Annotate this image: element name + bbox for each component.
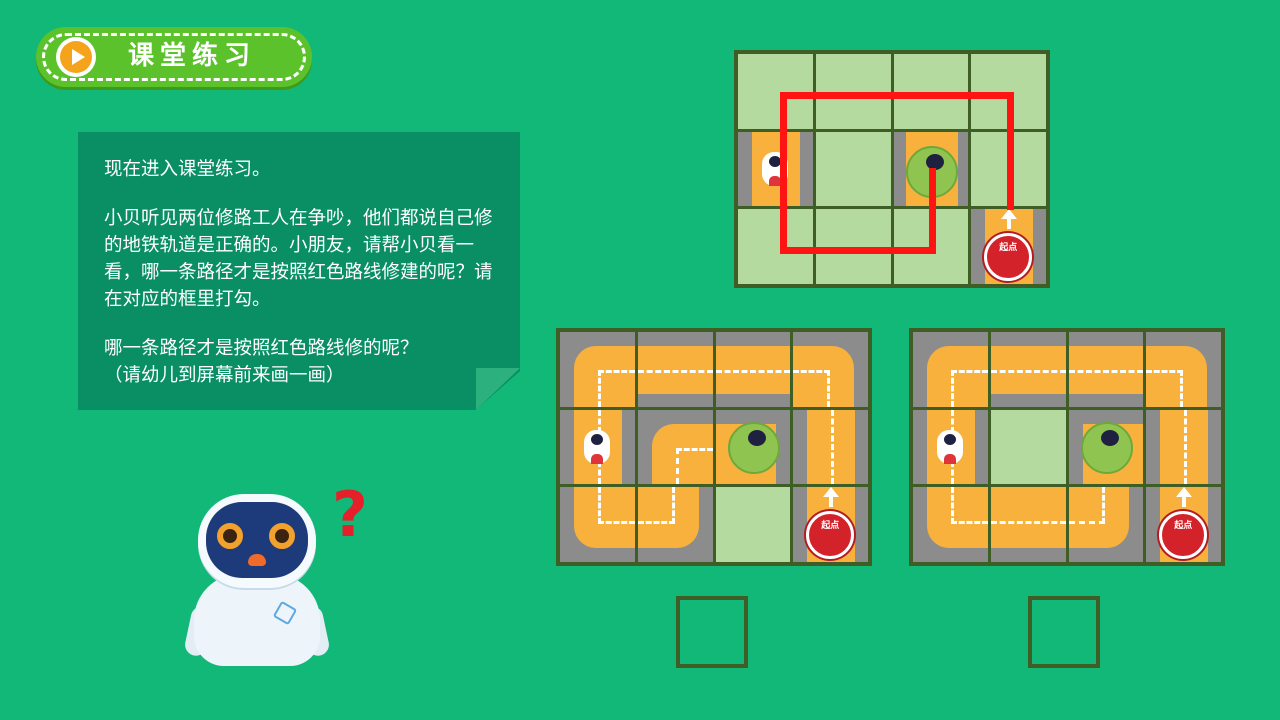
option-a-route-map[interactable]: 起点 xyxy=(556,328,872,566)
map-tile xyxy=(715,487,791,562)
robot-nose-icon xyxy=(248,554,266,566)
character-face-icon xyxy=(747,429,766,446)
character-face-icon xyxy=(1100,429,1119,446)
robot-eye-icon xyxy=(214,520,246,552)
map-tile xyxy=(793,409,868,485)
robot-eye-icon xyxy=(266,520,298,552)
map-tile xyxy=(1068,409,1144,485)
instruction-hint: （请幼儿到屏幕前来画一画） xyxy=(104,365,345,386)
map-tile xyxy=(1068,487,1144,562)
map-tile xyxy=(990,409,1066,485)
map-tile: 起点 xyxy=(1146,487,1221,562)
question-mark-icon: ? xyxy=(332,478,368,551)
map-tile xyxy=(715,332,791,407)
map-tile xyxy=(560,409,635,485)
option-a-checkbox[interactable] xyxy=(676,596,748,668)
map-tile xyxy=(1068,332,1144,407)
map-tile xyxy=(990,487,1066,562)
option-b-route-map[interactable]: 起点 xyxy=(909,328,1225,566)
up-arrow-icon xyxy=(1176,487,1193,498)
map-tile xyxy=(637,332,713,407)
map-tile xyxy=(913,332,988,407)
map-tile: 起点 xyxy=(971,209,1046,284)
up-arrow-icon xyxy=(1001,209,1018,220)
up-arrow-icon xyxy=(823,487,840,498)
map-tile: 起点 xyxy=(793,487,868,562)
map-tile xyxy=(913,409,988,485)
instruction-story: 小贝听见两位修路工人在争吵，他们都说自己修的地铁轨道是正确的。小朋友，请帮小贝看… xyxy=(104,208,493,310)
map-tile xyxy=(815,131,891,207)
map-tile xyxy=(560,487,635,562)
instruction-intro: 现在进入课堂练习。 xyxy=(104,159,271,180)
map-tile xyxy=(793,332,868,407)
instruction-text: 现在进入课堂练习。 小贝听见两位修路工人在争吵，他们都说自己修的地铁轨道是正确的… xyxy=(104,156,500,389)
map-tile xyxy=(1146,332,1221,407)
page-title: 课堂练习 xyxy=(128,41,257,71)
lesson-badge: 课堂练习 xyxy=(36,27,312,87)
map-tile xyxy=(913,487,988,562)
map-tile xyxy=(1146,409,1221,485)
map-tile xyxy=(637,487,713,562)
map-tile xyxy=(738,131,813,207)
map-tile xyxy=(715,409,791,485)
option-b-checkbox[interactable] xyxy=(1028,596,1100,668)
map-tile xyxy=(990,332,1066,407)
map-tile xyxy=(560,332,635,407)
play-icon[interactable] xyxy=(56,37,96,77)
map-tile xyxy=(637,409,713,485)
instruction-question: 哪一条路径才是按照红色路线修的呢？ xyxy=(104,338,419,359)
heart-icon xyxy=(591,453,603,464)
heart-icon xyxy=(944,453,956,464)
